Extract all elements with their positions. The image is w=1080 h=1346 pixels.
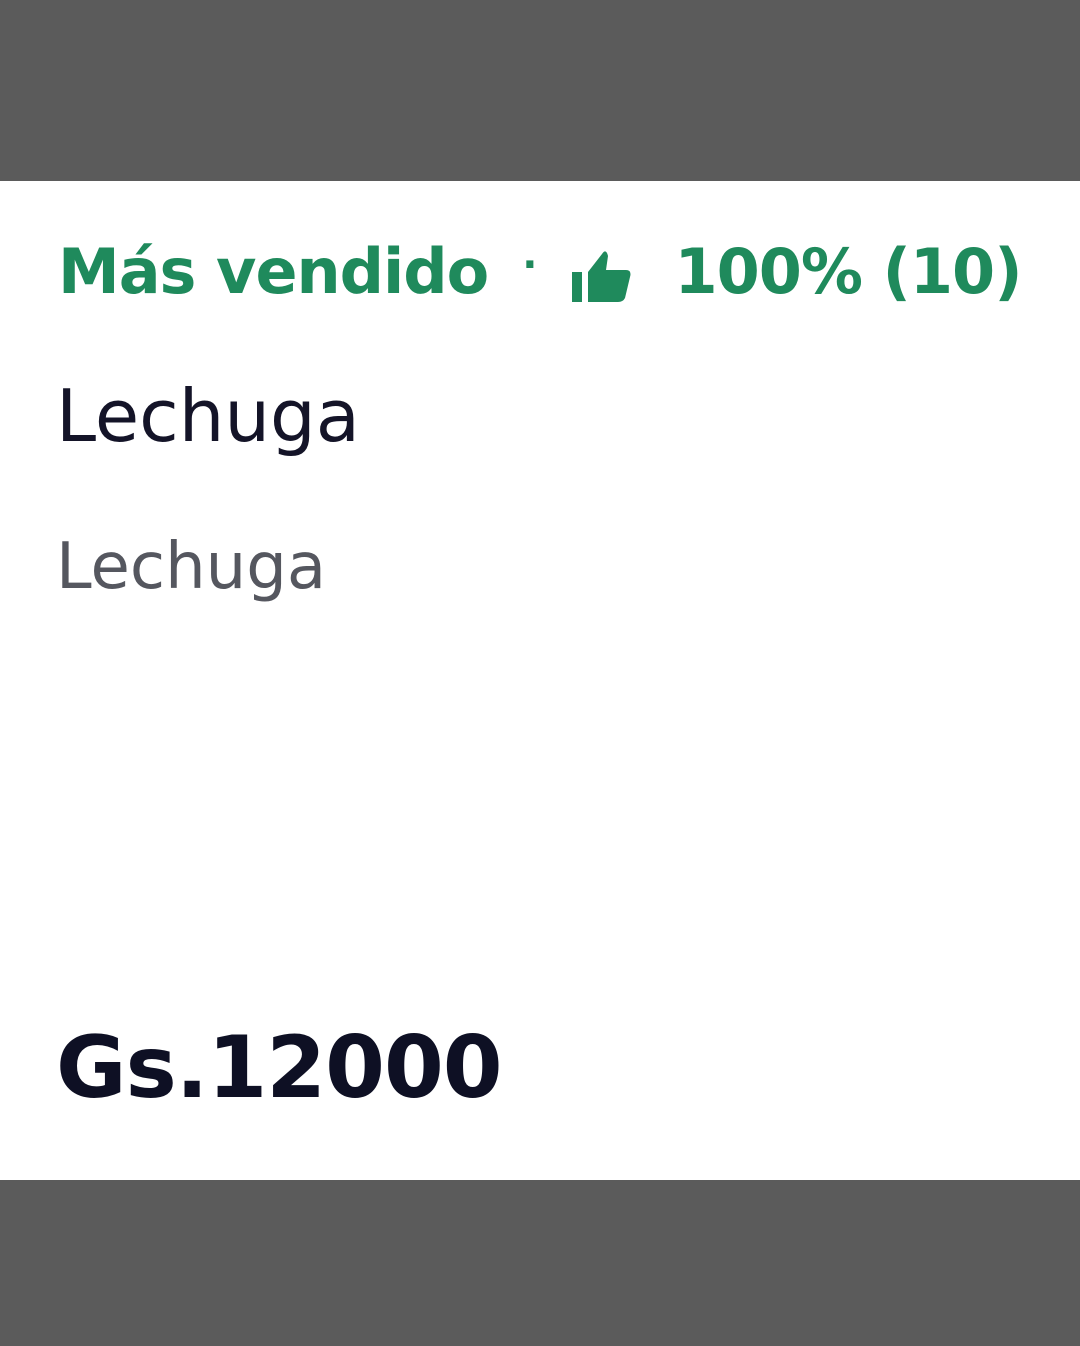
product-price: Gs.12000 xyxy=(56,1018,503,1118)
product-description: Lechuga xyxy=(56,530,327,604)
bottom-frame-bar xyxy=(0,1180,1080,1346)
top-frame-bar xyxy=(0,0,1080,181)
meta-separator: · xyxy=(522,242,537,288)
rating-text: 100% (10) xyxy=(674,234,1022,308)
product-meta-row: Más vendido · 100% (10) xyxy=(58,226,1023,316)
product-name: Lechuga xyxy=(56,374,360,458)
thumbs-up-icon xyxy=(570,244,632,306)
best-seller-badge: Más vendido xyxy=(58,234,489,308)
